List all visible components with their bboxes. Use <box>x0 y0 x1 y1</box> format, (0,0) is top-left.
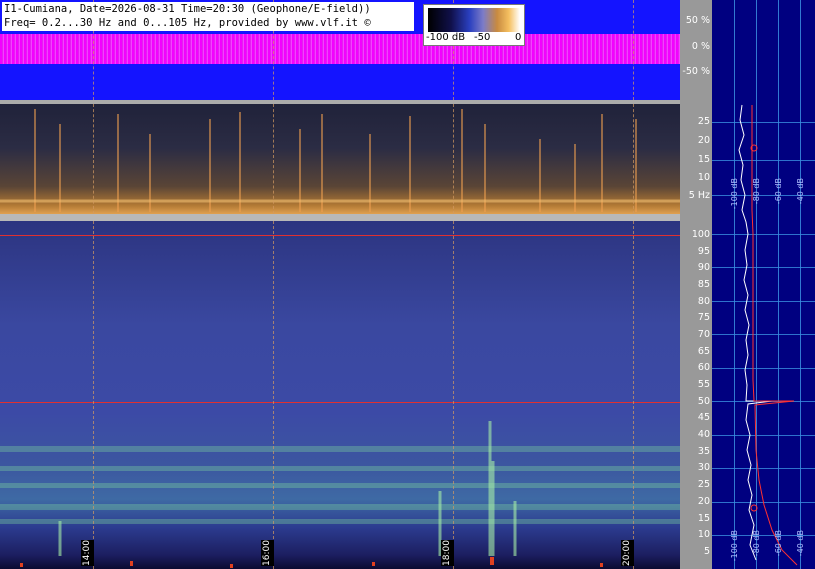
low-frequency-spectrogram <box>0 104 680 214</box>
main-freq-label: 35 <box>697 446 710 457</box>
legend-mid-label: -50 <box>474 32 491 43</box>
separator <box>0 214 680 221</box>
main-freq-label: 20 <box>697 496 710 507</box>
main-freq-label: 15 <box>697 513 710 524</box>
frequency-info: Freq= 0.2...30 Hz and 0...105 Hz, provid… <box>4 17 371 29</box>
main-freq-label: 10 <box>697 529 710 540</box>
low-freq-label: 25 <box>697 116 710 127</box>
db-label: -40 dB <box>796 178 805 205</box>
spectral-profile-curves <box>738 104 798 566</box>
main-freq-label: 60 <box>697 362 710 373</box>
db-label: -80 dB <box>752 530 761 557</box>
time-label: 18:00 <box>441 540 454 566</box>
color-scale-legend: -100 dB -50 0 <box>423 4 525 46</box>
db-label: -100 dB <box>730 178 739 210</box>
main-freq-label: 40 <box>697 429 710 440</box>
grid-line <box>633 104 634 214</box>
grid-line <box>273 104 274 214</box>
main-freq-label: 100 <box>691 229 710 240</box>
legend-min-label: -100 dB <box>426 32 466 43</box>
main-freq-label: 95 <box>697 246 710 257</box>
time-label: 20:00 <box>621 540 634 566</box>
main-freq-label: 65 <box>697 346 710 357</box>
grid-line <box>273 221 274 569</box>
legend-max-label: 0 <box>515 32 522 43</box>
db-label: -60 dB <box>774 530 783 557</box>
db-label: -100 dB <box>730 530 739 562</box>
low-freq-label: 20 <box>697 135 710 146</box>
mains-line-50hz <box>0 402 680 403</box>
main-freq-label: 55 <box>697 379 710 390</box>
color-scale-bar <box>428 8 520 32</box>
spectral-profile-panel: -100 dB -80 dB -60 dB -40 dB -100 dB -80… <box>712 0 815 569</box>
grid-line <box>633 0 634 100</box>
main-freq-label: 5 <box>703 546 710 557</box>
main-freq-label: 30 <box>697 462 710 473</box>
grid-line <box>453 221 454 569</box>
time-label: 14:00 <box>81 540 94 566</box>
main-spectrogram <box>0 221 680 569</box>
main-freq-label: 90 <box>697 262 710 273</box>
wave-axis-label: 50 % <box>685 15 710 26</box>
low-freq-label: 5 Hz <box>688 190 710 201</box>
main-freq-label: 70 <box>697 329 710 340</box>
station-info: I1-Cumiana, Date=2026-08-31 Time=20:30 (… <box>2 2 414 31</box>
wave-axis-label: 0 % <box>691 41 710 52</box>
main-spectrogram-texture <box>0 421 680 568</box>
low-freq-label: 15 <box>697 154 710 165</box>
main-freq-label: 25 <box>697 479 710 490</box>
main-freq-label: 50 <box>697 396 710 407</box>
db-label: -60 dB <box>774 178 783 205</box>
main-freq-label: 75 <box>697 312 710 323</box>
main-freq-label: 85 <box>697 279 710 290</box>
grid-line <box>93 104 94 214</box>
main-freq-label: 45 <box>697 412 710 423</box>
low-spectrogram-streaks <box>0 109 680 212</box>
grid-line <box>633 221 634 569</box>
main-freq-label: 80 <box>697 296 710 307</box>
grid-line <box>453 104 454 214</box>
frequency-axis: 50 % 0 % -50 % 25 20 15 10 5 Hz 100 95 9… <box>680 0 712 569</box>
db-label: -80 dB <box>752 178 761 205</box>
db-label: -40 dB <box>796 530 805 557</box>
wave-axis-label: -50 % <box>682 66 710 77</box>
reference-line-100hz <box>0 235 680 236</box>
waveform-signal <box>0 34 680 64</box>
station-title: I1-Cumiana, Date=2026-08-31 Time=20:30 (… <box>4 3 371 15</box>
time-label: 16:00 <box>261 540 274 566</box>
low-freq-label: 10 <box>697 172 710 183</box>
grid-line <box>93 221 94 569</box>
